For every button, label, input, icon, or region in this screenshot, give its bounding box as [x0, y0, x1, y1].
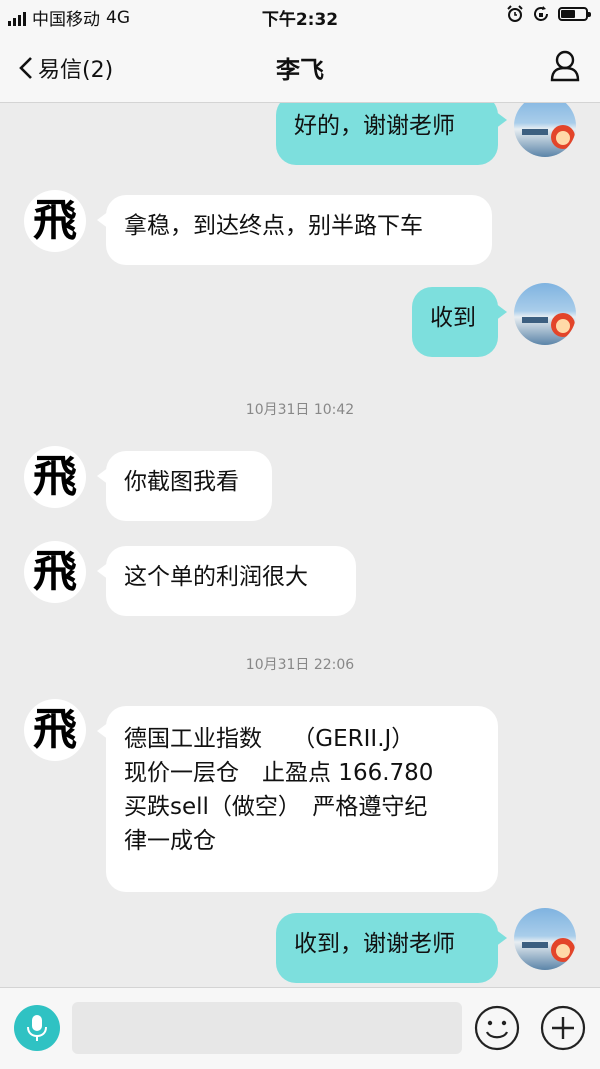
outgoing-message[interactable]: 好的，谢谢老师	[276, 103, 507, 165]
input-bar	[0, 987, 600, 1069]
contact-avatar[interactable]: 飛	[24, 541, 86, 603]
message-text: 这个单的利润很大	[124, 564, 308, 590]
profile-photo-icon	[522, 125, 575, 149]
my-avatar[interactable]	[514, 908, 576, 970]
message-text: 好的，谢谢老师	[294, 113, 455, 139]
more-button[interactable]	[540, 1005, 586, 1055]
plus-icon	[540, 1005, 586, 1051]
status-right	[506, 5, 591, 23]
person-icon	[550, 50, 580, 82]
back-button[interactable]: 易信(2)	[18, 52, 113, 84]
message-line: 现价一层仓 止盈点 166.780	[124, 760, 434, 786]
status-bar: 中国移动 4G 下午2:32	[0, 0, 600, 34]
message-text: 收到	[430, 305, 476, 331]
emoji-button[interactable]	[474, 1005, 520, 1055]
battery-icon	[558, 7, 591, 21]
message-text: 你截图我看	[124, 469, 239, 495]
chevron-left-icon	[19, 57, 32, 79]
contact-avatar-glyph: 飛	[33, 546, 77, 597]
battery-level	[561, 10, 575, 18]
nav-bar: 易信(2) 李飞	[0, 34, 600, 103]
alarm-icon	[507, 5, 523, 22]
message-input[interactable]	[72, 1002, 462, 1054]
outgoing-message[interactable]: 收到，谢谢老师	[276, 913, 507, 983]
message-line: 德国工业指数 （GERII.J）	[124, 726, 415, 752]
incoming-message[interactable]: 你截图我看	[97, 451, 272, 521]
profile-photo-icon	[522, 938, 575, 962]
smiley-icon	[474, 1005, 520, 1051]
contact-avatar-glyph: 飛	[33, 704, 77, 755]
message-text: 收到，谢谢老师	[294, 931, 455, 957]
timestamp: 10月31日 10:42	[245, 402, 355, 418]
profile-photo-icon	[522, 313, 575, 337]
message-line: 买跌sell（做空） 严格遵守纪	[124, 794, 428, 820]
back-label: 易信(2)	[38, 58, 114, 83]
incoming-message[interactable]: 德国工业指数 （GERII.J） 现价一层仓 止盈点 166.780 买跌sel…	[97, 706, 498, 892]
contact-avatar[interactable]: 飛	[24, 190, 86, 252]
incoming-message[interactable]: 拿稳，到达终点，别半路下车	[97, 195, 492, 265]
contact-profile-button[interactable]	[550, 50, 580, 86]
orientation-lock-icon	[534, 6, 548, 21]
contact-avatar-glyph: 飛	[33, 451, 77, 502]
incoming-message[interactable]: 这个单的利润很大	[97, 546, 356, 616]
message-line: 律一成仓	[124, 828, 216, 854]
contact-avatar[interactable]: 飛	[24, 699, 86, 761]
my-avatar[interactable]	[514, 283, 576, 345]
message-text: 拿稳，到达终点，别半路下车	[124, 213, 423, 239]
contact-avatar[interactable]: 飛	[24, 446, 86, 508]
outgoing-message[interactable]: 收到	[412, 287, 507, 357]
voice-button[interactable]	[14, 1005, 60, 1051]
my-avatar[interactable]	[514, 103, 576, 157]
contact-avatar-glyph: 飛	[33, 195, 77, 246]
chat-history[interactable]: 好的，谢谢老师 飛 拿稳，到达终点，别半路下车 收到 10月31日 10:42 …	[0, 103, 600, 987]
microphone-icon	[27, 1015, 47, 1041]
timestamp: 10月31日 22:06	[245, 657, 355, 673]
